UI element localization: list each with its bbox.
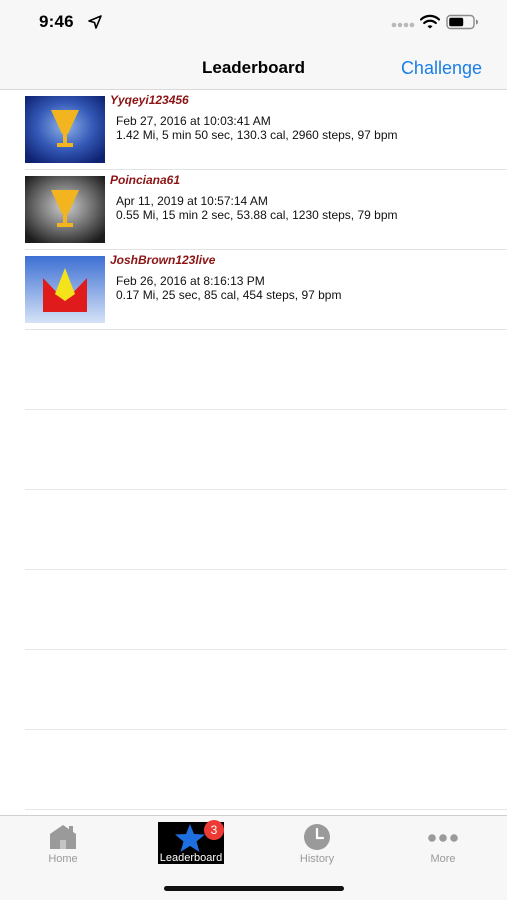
empty-row (0, 490, 507, 570)
more-icon (428, 834, 458, 842)
leaderboard-row[interactable]: JoshBrown123live Feb 26, 2016 at 8:16:13… (0, 250, 507, 330)
battery-icon (446, 14, 478, 30)
leaderboard-row[interactable]: Yyqeyi123456 Feb 27, 2016 at 10:03:41 AM… (0, 90, 507, 170)
tab-label: More (430, 853, 456, 865)
workout-stats: 0.17 Mi, 25 sec, 85 cal, 454 steps, 97 b… (116, 288, 342, 302)
empty-row (0, 570, 507, 650)
workout-stats: 0.55 Mi, 15 min 2 sec, 53.88 cal, 1230 s… (116, 208, 398, 222)
empty-row (0, 410, 507, 490)
tab-more[interactable]: More (380, 816, 506, 866)
workout-timestamp: Feb 26, 2016 at 8:16:13 PM (116, 274, 265, 288)
clock-icon (304, 824, 330, 850)
status-bar: 9:46 (0, 0, 507, 44)
challenge-button[interactable]: Challenge (401, 58, 482, 79)
tab-home[interactable]: Home (0, 816, 126, 866)
home-icon (50, 825, 76, 849)
notification-badge: 3 (204, 820, 224, 840)
tab-label: Leaderboard (159, 852, 223, 864)
workout-timestamp: Feb 27, 2016 at 10:03:41 AM (116, 114, 271, 128)
workout-stats: 1.42 Mi, 5 min 50 sec, 130.3 cal, 2960 s… (116, 128, 398, 142)
tab-label: History (299, 853, 335, 865)
user-name: Yyqeyi123456 (110, 93, 189, 107)
status-time: 9:46 (39, 12, 74, 31)
empty-row (0, 650, 507, 730)
empty-row (0, 730, 507, 810)
navigation-bar: Leaderboard Challenge (0, 44, 507, 90)
star-icon (175, 824, 205, 852)
wifi-icon (420, 14, 440, 29)
user-name: JoshBrown123live (110, 253, 216, 267)
signal-icon (391, 22, 415, 28)
gold-trophy-icon (25, 176, 105, 243)
leaderboard-row[interactable]: Poinciana61 Apr 11, 2019 at 10:57:14 AM … (0, 170, 507, 250)
user-name: Poinciana61 (110, 173, 181, 187)
home-indicator (164, 886, 344, 891)
tab-history[interactable]: History (254, 816, 380, 866)
empty-row (0, 330, 507, 410)
location-arrow-icon (88, 15, 102, 29)
crown-icon (25, 256, 105, 323)
gold-trophy-icon (25, 96, 105, 163)
leaderboard-list: Yyqeyi123456 Feb 27, 2016 at 10:03:41 AM… (0, 90, 507, 890)
workout-timestamp: Apr 11, 2019 at 10:57:14 AM (116, 194, 268, 208)
tab-label: Home (48, 853, 78, 865)
